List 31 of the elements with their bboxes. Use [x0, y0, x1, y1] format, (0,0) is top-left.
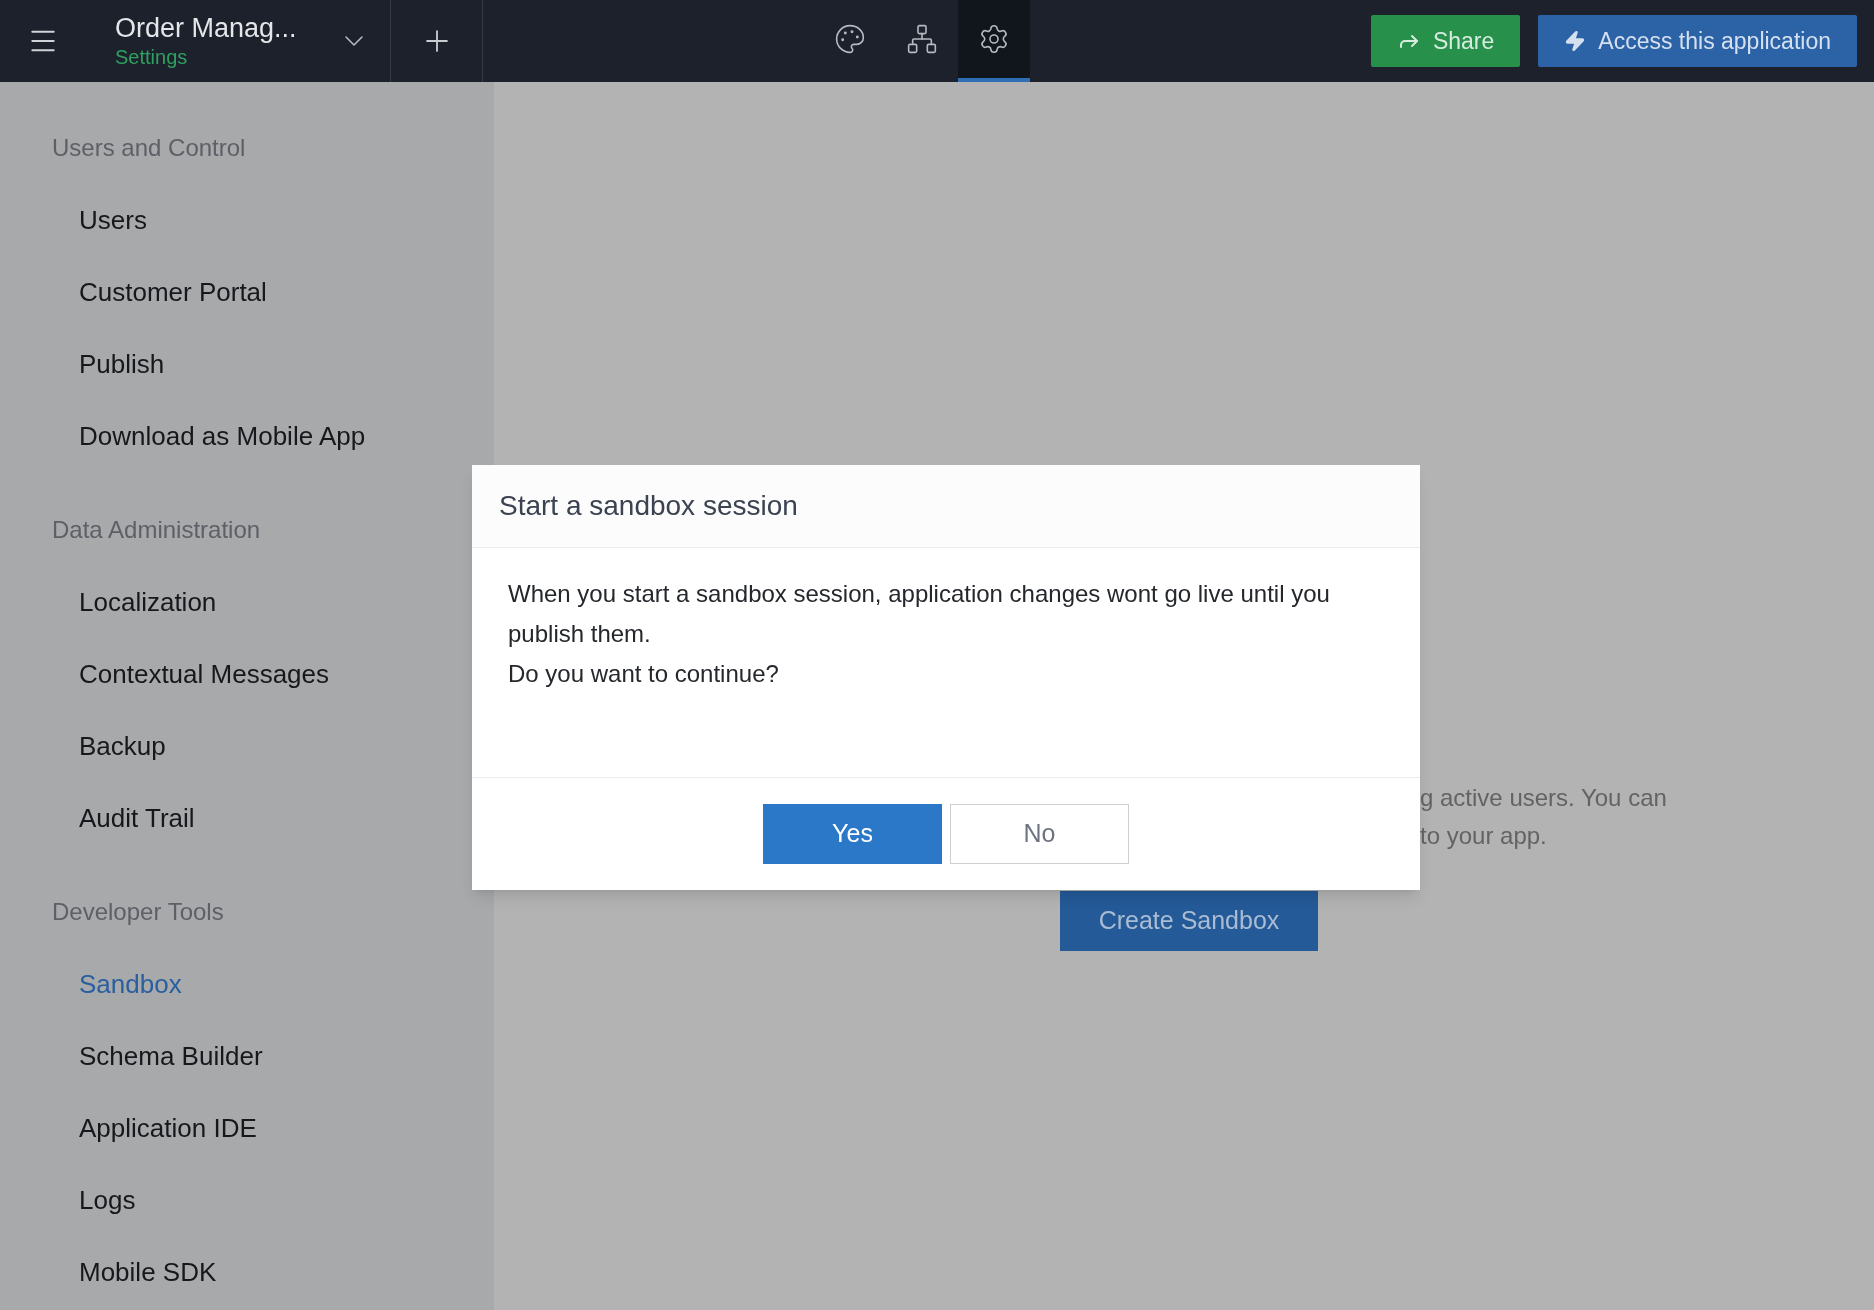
hierarchy-icon — [906, 23, 938, 55]
sidebar-item[interactable]: Publish — [79, 344, 165, 384]
sidebar-item[interactable]: Download as Mobile App — [79, 416, 366, 456]
description-text: to your app. — [1420, 821, 1548, 851]
sidebar-item[interactable]: Audit Trail — [79, 798, 195, 838]
sidebar-item[interactable]: Backup — [79, 726, 166, 766]
sidebar-item[interactable]: Application IDE — [79, 1108, 257, 1148]
app-subtitle: Settings — [115, 45, 189, 70]
sidebar-item[interactable]: Mobile SDK — [79, 1252, 217, 1292]
access-button[interactable]: Access this application — [1538, 15, 1857, 67]
yes-button[interactable]: Yes — [763, 804, 942, 864]
sidebar-item[interactable]: Logs — [79, 1180, 136, 1220]
sidebar-item[interactable]: Localization — [79, 582, 217, 622]
palette-icon — [834, 23, 866, 55]
dialog-title: Start a sandbox session — [499, 489, 798, 523]
section-heading: Developer Tools — [52, 897, 225, 927]
settings-icon — [978, 23, 1010, 55]
toolbar-tab[interactable] — [958, 0, 1030, 82]
sidebar-item[interactable]: Users — [79, 200, 147, 240]
sidebar-item[interactable]: Customer Portal — [79, 272, 267, 312]
sidebar-item[interactable]: Schema Builder — [79, 1036, 263, 1076]
create-sandbox-button[interactable]: Create Sandbox — [1060, 891, 1318, 951]
no-button[interactable]: No — [950, 804, 1129, 864]
dialog-question: Do you want to continue? — [508, 659, 780, 689]
section-heading: Users and Control — [52, 133, 247, 163]
lightning-icon — [1564, 30, 1587, 52]
section-heading: Data Administration — [52, 515, 262, 545]
sidebar-item[interactable]: Contextual Messages — [79, 654, 330, 694]
description-text: g active users. You can — [1420, 783, 1668, 813]
app-title: Order Manag... — [115, 12, 297, 44]
dialog-message: When you start a sandbox session, application changes wont go live until you publish them. — [508, 579, 1331, 649]
